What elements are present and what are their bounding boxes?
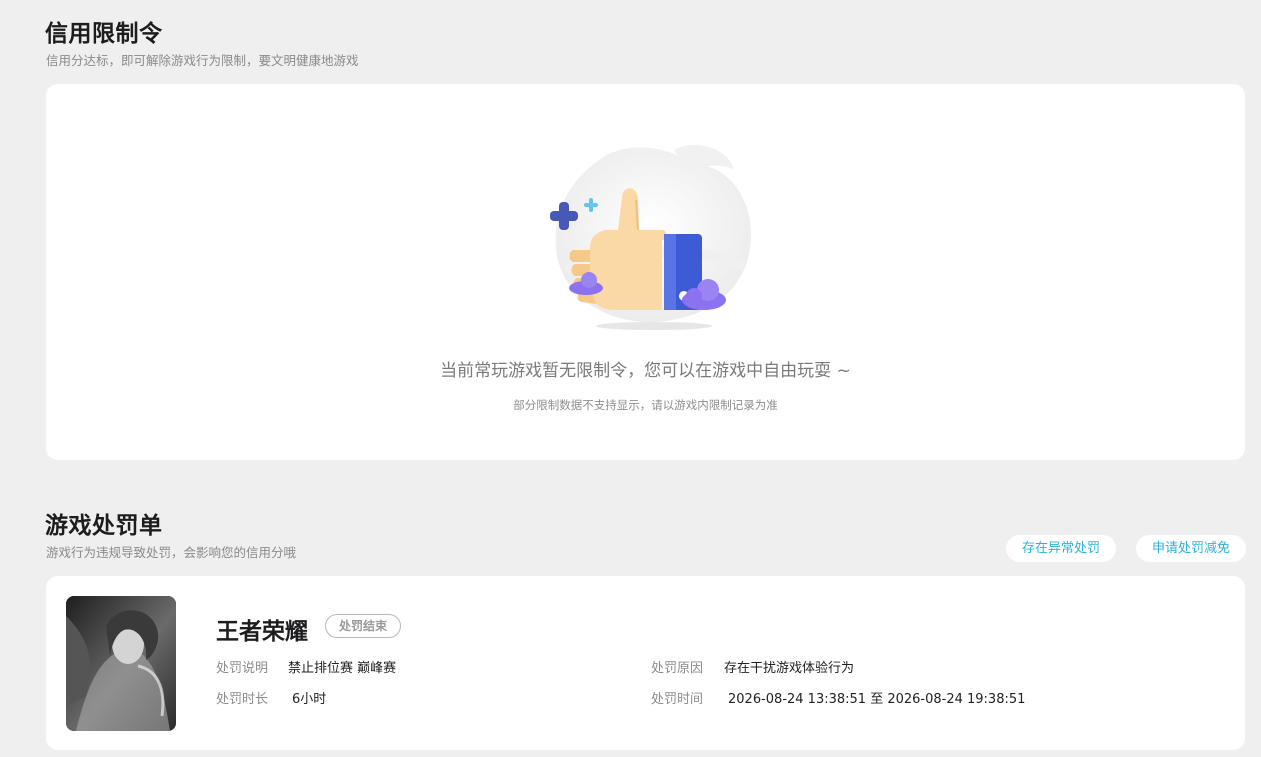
abnormal-punishment-button[interactable]: 存在异常处罚 (1006, 535, 1116, 562)
empty-state-note: 部分限制数据不支持显示，请以游戏内限制记录为准 (513, 398, 778, 412)
status-badge: 处罚结束 (325, 614, 402, 638)
punish-duration-value: 6小时 (292, 692, 327, 707)
punishment-record-card[interactable]: 王者荣耀 处罚结束 处罚说明 禁止排位赛 巅峰赛 处罚原因 存在干扰游戏体验行为… (46, 576, 1245, 750)
punish-duration-label: 处罚时长 (216, 692, 269, 707)
punish-desc-value: 禁止排位赛 巅峰赛 (288, 661, 397, 676)
empty-state-message: 当前常玩游戏暂无限制令，您可以在游戏中自由玩耍 ~ (440, 361, 851, 381)
credit-empty-card: 当前常玩游戏暂无限制令，您可以在游戏中自由玩耍 ~ 部分限制数据不支持显示，请以… (46, 84, 1245, 460)
credit-section-subtitle: 信用分达标，即可解除游戏行为限制，要文明健康地游戏 (46, 53, 359, 68)
punish-reason-label: 处罚原因 (651, 661, 704, 676)
punish-section-title: 游戏处罚单 (45, 513, 163, 539)
apply-reduction-button[interactable]: 申请处罚减免 (1136, 535, 1246, 562)
credit-section-title: 信用限制令 (45, 21, 163, 47)
punish-time-label: 处罚时间 (651, 692, 704, 707)
punish-section-subtitle: 游戏行为违规导致处罚，会影响您的信用分哦 (46, 545, 297, 560)
game-name: 王者荣耀 (216, 619, 308, 645)
punish-desc-label: 处罚说明 (216, 661, 269, 676)
punish-reason-value: 存在干扰游戏体验行为 (724, 661, 855, 676)
punish-time-value: 2026-08-24 13:38:51 至 2026-08-24 19:38:5… (728, 692, 1026, 707)
thumbs-up-illustration (550, 144, 752, 330)
game-cover-image (66, 596, 176, 731)
